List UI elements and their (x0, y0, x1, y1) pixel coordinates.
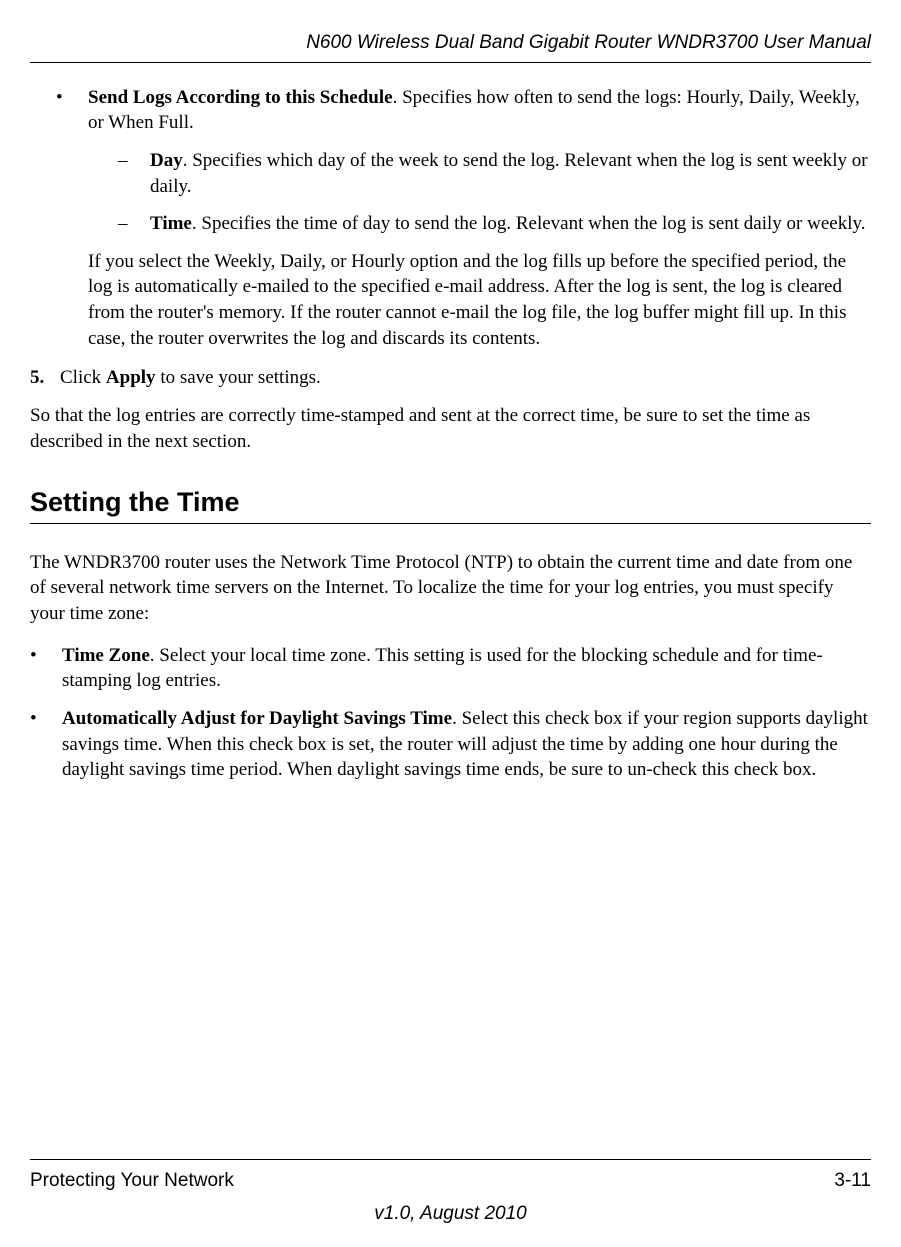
section-divider (30, 523, 871, 524)
page-footer: Protecting Your Network 3-11 v1.0, Augus… (30, 1159, 871, 1227)
step-number: 5. (30, 365, 60, 391)
bullet-content: Send Logs According to this Schedule . Sp… (88, 85, 871, 352)
send-logs-sublist: – Day. Specifies which day of the week t… (88, 148, 871, 237)
bullet-send-logs: • Send Logs According to this Schedule . … (56, 85, 871, 352)
send-logs-after-para: If you select the Weekly, Daily, or Hour… (88, 249, 871, 352)
step-content: Click Apply to save your settings. (60, 365, 871, 391)
timezone-label: Time Zone (62, 645, 150, 666)
sub-item-day: – Day. Specifies which day of the week t… (118, 148, 871, 199)
day-desc: . Specifies which day of the week to sen… (150, 150, 868, 197)
bullet-dst: • Automatically Adjust for Daylight Savi… (30, 706, 871, 783)
step5-pre: Click (60, 367, 106, 388)
dash-marker-icon: – (118, 211, 150, 237)
footer-chapter: Protecting Your Network (30, 1168, 234, 1194)
section-heading-setting-time: Setting the Time (30, 484, 871, 520)
manual-page: N600 Wireless Dual Band Gigabit Router W… (0, 0, 901, 783)
time-label: Time (150, 213, 192, 234)
footer-row: Protecting Your Network 3-11 (30, 1168, 871, 1194)
footer-page-number: 3-11 (834, 1168, 871, 1194)
sub-content: Time. Specifies the time of day to send … (150, 211, 871, 237)
bullet-marker-icon: • (30, 643, 62, 694)
bullet-content: Time Zone. Select your local time zone. … (62, 643, 871, 694)
dst-label: Automatically Adjust for Daylight Saving… (62, 708, 452, 729)
footer-divider (30, 1159, 871, 1160)
sub-content: Day. Specifies which day of the week to … (150, 148, 871, 199)
time-intro-paragraph: The WNDR3700 router uses the Network Tim… (30, 550, 871, 627)
bullet-timezone: • Time Zone. Select your local time zone… (30, 643, 871, 694)
header-divider (30, 62, 871, 63)
dash-marker-icon: – (118, 148, 150, 199)
step5-apply: Apply (106, 367, 156, 388)
step-5: 5. Click Apply to save your settings. (30, 365, 871, 391)
send-logs-bullet-group: • Send Logs According to this Schedule . … (30, 85, 871, 352)
time-desc: . Specifies the time of day to send the … (192, 213, 866, 234)
footer-version: v1.0, August 2010 (30, 1201, 871, 1227)
send-logs-label: Send Logs According to this Schedule (88, 87, 393, 108)
timezone-desc: . Select your local time zone. This sett… (62, 645, 823, 692)
sub-item-time: – Time. Specifies the time of day to sen… (118, 211, 871, 237)
bullet-content: Automatically Adjust for Daylight Saving… (62, 706, 871, 783)
time-bullet-group: • Time Zone. Select your local time zone… (30, 643, 871, 783)
day-label: Day (150, 150, 183, 171)
bullet-marker-icon: • (56, 85, 88, 352)
closing-paragraph: So that the log entries are correctly ti… (30, 403, 871, 454)
step5-post: to save your settings. (156, 367, 321, 388)
header-title: N600 Wireless Dual Band Gigabit Router W… (30, 30, 871, 56)
bullet-marker-icon: • (30, 706, 62, 783)
